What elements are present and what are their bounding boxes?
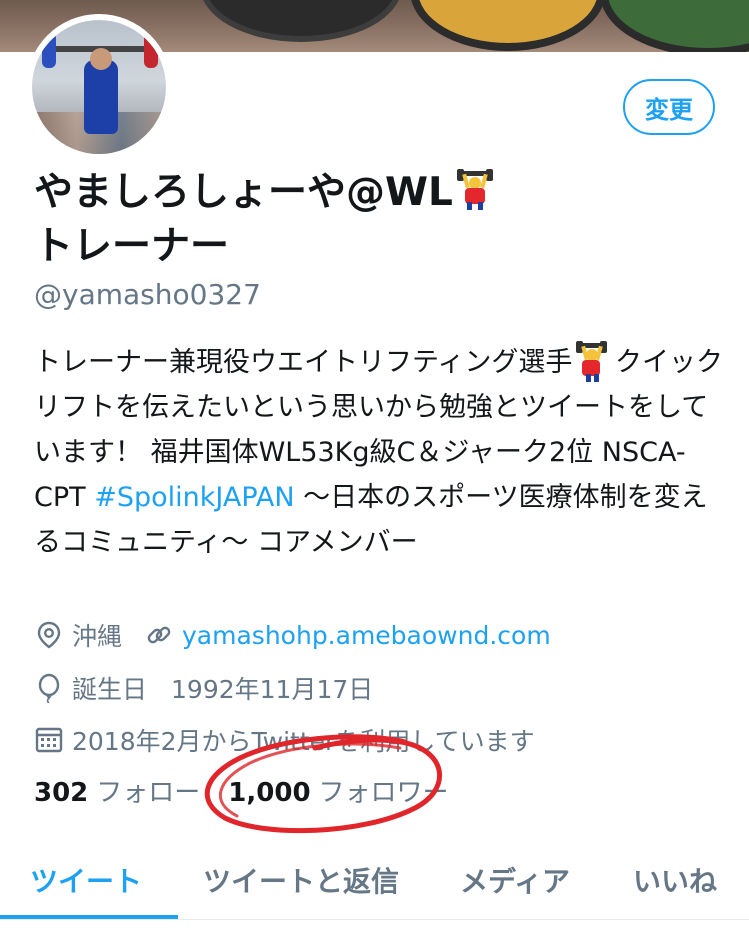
- website-link[interactable]: yamashohp.amebaownd.com: [182, 621, 551, 650]
- link-icon: [144, 620, 174, 650]
- user-handle: @yamasho0327: [34, 278, 261, 311]
- calendar-icon: [34, 725, 64, 755]
- balloon-icon: [34, 673, 64, 703]
- birthday-label: 誕生日: [72, 675, 148, 704]
- birthday-row: 誕生日 1992年11月17日: [34, 670, 373, 706]
- following-stat[interactable]: 302 フォロー: [34, 772, 200, 809]
- location-website-row: 沖縄 yamashohp.amebaownd.com: [34, 617, 551, 653]
- location-text: 沖縄: [72, 622, 123, 651]
- red-circle-annotation: [204, 734, 443, 834]
- display-name-line2: トレーナー: [34, 224, 230, 269]
- banner-plate: [410, 0, 606, 51]
- display-name-line1: やましろしょーや@WL: [34, 170, 453, 215]
- tabs-divider: [0, 919, 749, 920]
- display-name: やましろしょーや@WL トレーナー: [34, 166, 694, 274]
- weightlifter-emoji-icon: [576, 341, 608, 382]
- weightlifter-emoji-icon: [456, 169, 493, 210]
- tab-likes[interactable]: いいね: [633, 860, 717, 900]
- avatar-photo: [32, 20, 166, 154]
- following-count: 302: [34, 778, 89, 808]
- tab-tweets-and-replies[interactable]: ツイートと返信: [203, 860, 399, 900]
- bio-text: トレーナー兼現役ウエイトリフティング選手: [34, 347, 573, 378]
- avatar[interactable]: [26, 14, 172, 160]
- profile-tabs: ツイート ツイートと返信 メディア いいね: [0, 848, 749, 920]
- edit-profile-button[interactable]: 変更: [623, 79, 715, 135]
- birthday-value: 1992年11月17日: [171, 675, 374, 704]
- tab-tweets[interactable]: ツイート: [30, 860, 142, 900]
- tab-media[interactable]: メディア: [460, 860, 570, 900]
- location-pin-icon: [34, 620, 64, 650]
- hashtag-link[interactable]: #SpolinkJAPAN: [94, 482, 294, 513]
- banner-plate: [600, 0, 749, 52]
- following-label: フォロー: [96, 778, 201, 808]
- banner-plate: [200, 0, 402, 42]
- profile-bio: トレーナー兼現役ウエイトリフティング選手 クイックリフトを伝えたいという思いから…: [34, 340, 724, 565]
